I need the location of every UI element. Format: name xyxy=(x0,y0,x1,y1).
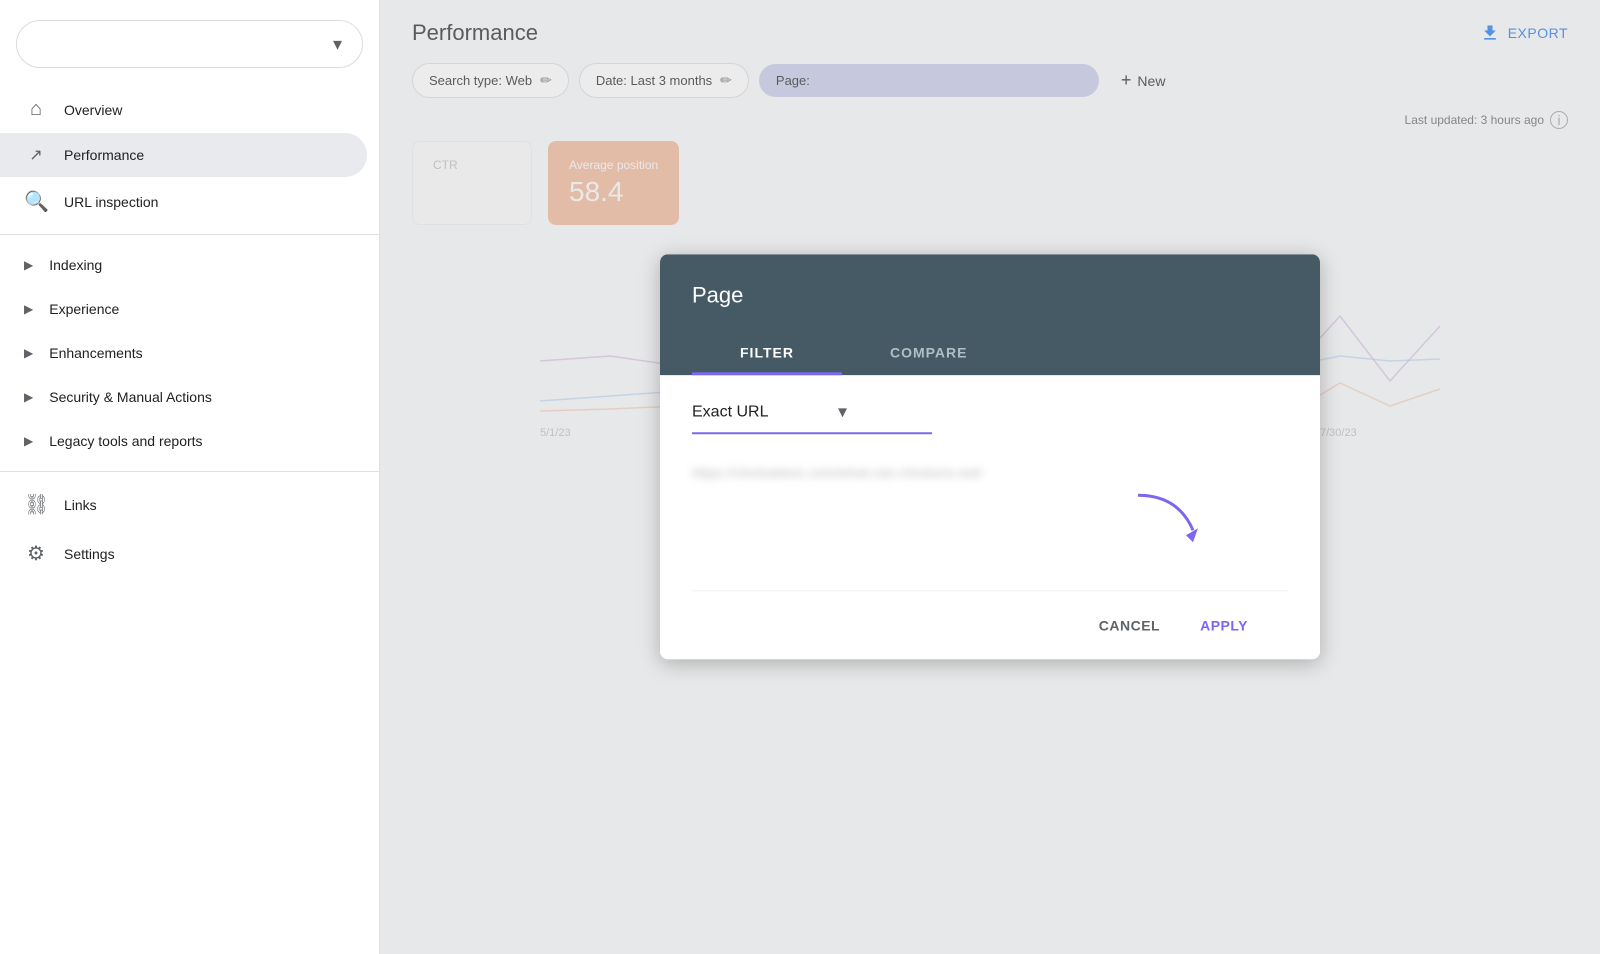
home-icon: ⌂ xyxy=(24,98,48,121)
links-icon: ⛓ xyxy=(24,492,48,517)
tab-filter[interactable]: FILTER xyxy=(692,332,842,375)
chevron-right-icon-5: ▶ xyxy=(24,434,33,448)
cancel-button[interactable]: CANCEL xyxy=(1083,607,1176,643)
trending-icon: ↗ xyxy=(24,145,48,165)
modal-header: Page FILTER COMPARE xyxy=(660,254,1320,375)
modal-tabs: FILTER COMPARE xyxy=(692,332,1288,375)
sidebar-item-performance[interactable]: ↗ Performance xyxy=(0,133,367,177)
chevron-right-icon-2: ▶ xyxy=(24,302,33,316)
modal-footer: CANCEL APPLY xyxy=(692,590,1288,659)
sidebar-enhancements-label: Enhancements xyxy=(49,345,142,361)
sidebar-performance-label: Performance xyxy=(64,147,144,163)
settings-icon: ⚙ xyxy=(24,541,48,566)
sidebar-indexing-label: Indexing xyxy=(49,257,102,273)
page-filter-modal: Page FILTER COMPARE Exact URL URL cont xyxy=(660,254,1320,659)
apply-arrow-annotation xyxy=(1118,490,1208,550)
url-input-text[interactable]: https://chickadees.com/what-can-chickens… xyxy=(692,464,1288,480)
sidebar-security-label: Security & Manual Actions xyxy=(49,389,212,405)
filter-type-row: Exact URL URL contains URL starts with U… xyxy=(692,399,932,434)
sidebar-legacy-label: Legacy tools and reports xyxy=(49,433,202,449)
modal-title: Page xyxy=(692,282,1288,308)
sidebar-item-settings[interactable]: ⚙ Settings xyxy=(0,529,367,578)
sidebar-item-security[interactable]: ▶ Security & Manual Actions xyxy=(0,375,379,419)
sidebar-item-indexing[interactable]: ▶ Indexing xyxy=(0,243,379,287)
search-icon: 🔍 xyxy=(24,189,48,214)
dropdown-arrow-icon: ▾ xyxy=(333,34,342,55)
sidebar-links-label: Links xyxy=(64,497,97,513)
sidebar-item-url-inspection[interactable]: 🔍 URL inspection xyxy=(0,177,367,226)
modal-container: Page FILTER COMPARE Exact URL URL cont xyxy=(660,254,1320,659)
url-input-area: https://chickadees.com/what-can-chickens… xyxy=(692,454,1288,490)
filter-dropdown-arrow-icon: ▾ xyxy=(838,401,847,422)
sidebar-item-legacy[interactable]: ▶ Legacy tools and reports xyxy=(0,419,379,463)
main-content: Performance EXPORT Search type: Web ✏ Da… xyxy=(380,0,1600,954)
tab-filter-label: FILTER xyxy=(740,344,794,360)
sidebar-item-experience[interactable]: ▶ Experience xyxy=(0,287,379,331)
tab-compare[interactable]: COMPARE xyxy=(842,332,1016,375)
sidebar-url-inspection-label: URL inspection xyxy=(64,194,158,210)
chevron-right-icon-3: ▶ xyxy=(24,346,33,360)
sidebar-item-enhancements[interactable]: ▶ Enhancements xyxy=(0,331,379,375)
modal-body: Exact URL URL contains URL starts with U… xyxy=(660,375,1320,659)
apply-button[interactable]: APPLY xyxy=(1184,607,1264,643)
sidebar-item-overview[interactable]: ⌂ Overview xyxy=(0,86,367,133)
sidebar-item-links[interactable]: ⛓ Links xyxy=(0,480,367,529)
sidebar-divider-2 xyxy=(0,471,379,472)
tab-compare-label: COMPARE xyxy=(890,344,968,360)
sidebar: ▾ ⌂ Overview ↗ Performance 🔍 URL inspect… xyxy=(0,0,380,954)
sidebar-divider-1 xyxy=(0,234,379,235)
chevron-right-icon: ▶ xyxy=(24,258,33,272)
chevron-right-icon-4: ▶ xyxy=(24,390,33,404)
property-dropdown[interactable]: ▾ xyxy=(16,20,363,68)
sidebar-settings-label: Settings xyxy=(64,546,115,562)
sidebar-item-label: Overview xyxy=(64,102,122,118)
arrow-annotation-area xyxy=(692,490,1288,550)
sidebar-experience-label: Experience xyxy=(49,301,119,317)
filter-type-select[interactable]: Exact URL URL contains URL starts with U… xyxy=(692,399,834,424)
